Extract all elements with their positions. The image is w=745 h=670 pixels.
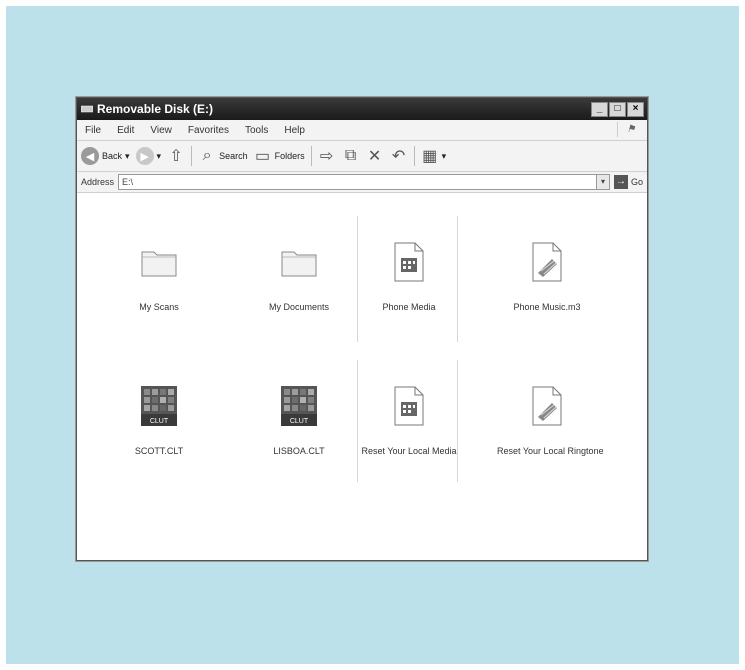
menu-edit[interactable]: Edit (117, 125, 134, 136)
go-label: Go (630, 177, 643, 187)
search-button[interactable]: ⌕ Search (198, 147, 248, 165)
svg-text:CLUT: CLUT (290, 418, 309, 425)
go-arrow-icon: → (613, 175, 628, 189)
back-arrow-icon: ◀ (81, 147, 99, 165)
drive-icon (81, 104, 93, 114)
file-item[interactable]: My Scans (109, 232, 209, 312)
windows-logo-icon: ⚑ (617, 122, 644, 137)
tile-divider (357, 360, 358, 482)
search-label: Search (219, 151, 248, 161)
window-title: Removable Disk (E:) (97, 102, 214, 116)
toolbar-separator (191, 146, 193, 166)
tile-divider (357, 216, 358, 342)
views-button[interactable]: ▦ ▾ (421, 147, 447, 165)
file-item[interactable]: CLUT SCOTT.CLT (109, 376, 209, 456)
menu-favorites[interactable]: Favorites (188, 125, 229, 136)
address-label: Address (81, 177, 115, 187)
back-button[interactable]: ◀ Back ▾ (81, 147, 130, 165)
file-name: Reset Your Local Ringtone (497, 446, 604, 456)
folders-icon: ▭ (255, 148, 271, 165)
up-folder-icon[interactable]: ⇧ (167, 147, 185, 165)
undo-icon[interactable]: ↶ (390, 147, 408, 165)
address-bar: Address E:\ ▾ → Go (77, 172, 647, 193)
clut-file-icon: CLUT (129, 376, 189, 436)
folders-button[interactable]: ▭ Folders (254, 147, 305, 165)
minimize-button[interactable]: _ (591, 101, 608, 117)
file-name: Phone Media (382, 302, 436, 312)
close-button[interactable]: × (627, 101, 644, 117)
media-file-icon (379, 376, 439, 436)
chevron-down-icon[interactable]: ▾ (595, 175, 609, 189)
file-item[interactable]: Phone Media (359, 232, 459, 312)
address-value: E:\ (122, 177, 134, 187)
file-name: Reset Your Local Media (361, 446, 457, 456)
folders-label: Folders (274, 151, 305, 161)
menu-help[interactable]: Help (284, 125, 305, 136)
chevron-down-icon: ▾ (125, 150, 130, 161)
file-name: My Scans (139, 302, 179, 312)
file-item[interactable]: Reset Your Local Ringtone (497, 376, 604, 456)
music-file-icon (517, 232, 577, 292)
back-label: Back (102, 151, 123, 161)
forward-arrow-icon: ▶ (135, 147, 154, 165)
menu-file[interactable]: File (85, 125, 101, 136)
toolbar: ◀ Back ▾ ▶ ▾ ⇧ ⌕ Search ▭ Folders ⇨ ⧉ ✕ … (77, 141, 647, 172)
file-item[interactable]: CLUT LISBOA.CLT (249, 376, 349, 456)
svg-text:CLUT: CLUT (150, 418, 169, 425)
menu-view[interactable]: View (150, 125, 172, 136)
address-input[interactable]: E:\ ▾ (118, 174, 610, 190)
menu-tools[interactable]: Tools (245, 125, 268, 136)
clut-file-icon: CLUT (269, 376, 329, 436)
file-name: My Documents (268, 302, 330, 312)
music-file-icon (517, 376, 577, 436)
go-button[interactable]: → Go (613, 175, 643, 189)
toolbar-separator (310, 146, 312, 166)
forward-button[interactable]: ▶ ▾ (135, 147, 162, 165)
file-list: My Scans My Documents Phone Media Phone … (77, 212, 647, 560)
file-item[interactable]: Reset Your Local Media (359, 376, 459, 456)
move-to-icon[interactable]: ⇨ (318, 147, 336, 165)
file-name: Phone Music.m3 (513, 302, 581, 312)
copy-to-icon[interactable]: ⧉ (342, 147, 360, 165)
menu-bar: File Edit View Favorites Tools Help ⚑ (77, 120, 647, 141)
delete-icon[interactable]: ✕ (366, 147, 384, 165)
title-bar[interactable]: Removable Disk (E:) _ □ × (77, 98, 647, 120)
file-item[interactable]: Phone Music.m3 (497, 232, 597, 312)
views-icon: ▦ (422, 148, 438, 165)
file-name: LISBOA.CLT (273, 446, 325, 456)
file-name: SCOTT.CLT (134, 446, 184, 456)
explorer-window: Removable Disk (E:) _ □ × File Edit View… (76, 97, 648, 561)
chevron-down-icon: ▾ (156, 150, 162, 161)
folder-icon (269, 232, 329, 292)
folder-icon (129, 232, 189, 292)
maximize-button[interactable]: □ (609, 101, 626, 117)
chevron-down-icon: ▾ (441, 150, 447, 161)
media-file-icon (379, 232, 439, 292)
search-icon: ⌕ (202, 147, 212, 164)
file-item[interactable]: My Documents (249, 232, 349, 312)
toolbar-separator (413, 146, 415, 166)
